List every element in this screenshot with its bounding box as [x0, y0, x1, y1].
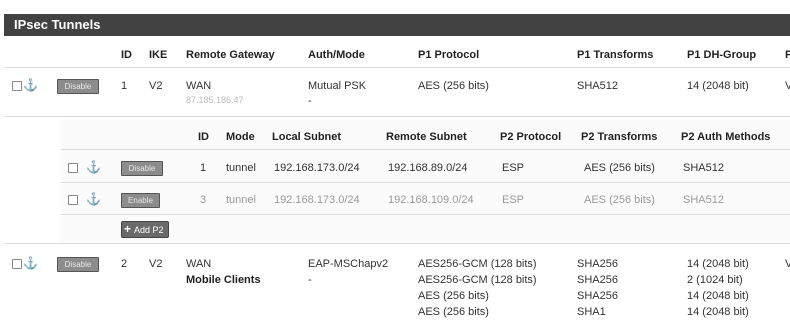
p1-gateway: WAN [186, 258, 212, 270]
p1-cut: V [785, 80, 790, 92]
p2-mode: tunnel [226, 194, 256, 206]
p1-auth: EAP-MSChapv2 [308, 258, 389, 270]
anchor-icon[interactable]: ⚓ [23, 257, 38, 269]
p2-header-p2-transforms: P2 Transforms [581, 131, 658, 143]
p1-protocol: AES256-GCM (128 bits) [418, 258, 537, 270]
divider [61, 214, 790, 215]
p2-transforms: AES (256 bits) [584, 162, 655, 174]
anchor-icon[interactable]: ⚓ [23, 79, 38, 91]
header-cut: P [785, 49, 790, 61]
header-p1-protocol: P1 Protocol [418, 49, 480, 61]
p1-auth-sub: - [308, 95, 312, 107]
p1-gateway: WAN [186, 80, 212, 92]
anchor-icon[interactable]: ⚓ [86, 161, 101, 173]
p1-gateway-sub: Mobile Clients [186, 274, 261, 286]
p1-ike: V2 [149, 258, 163, 270]
add-p2-label: Add P2 [134, 225, 164, 235]
header-auth-mode: Auth/Mode [308, 49, 365, 61]
toggle-button[interactable]: Disable [57, 79, 99, 94]
header-p1-dh-group: P1 DH-Group [687, 49, 757, 61]
p1-protocol: AES (256 bits) [418, 290, 489, 302]
p1-cut: V [785, 258, 790, 270]
p2-header-p2-protocol: P2 Protocol [500, 131, 562, 143]
ipsec-tunnels-panel: IPsec Tunnels ID IKE Remote Gateway Auth… [4, 14, 790, 326]
toggle-button[interactable]: Enable [121, 193, 160, 208]
p1-dh-group: 14 (2048 bit) [687, 258, 749, 270]
p2-row-checkbox[interactable] [68, 195, 78, 205]
p2-local-subnet: 192.168.173.0/24 [274, 162, 360, 174]
toggle-button[interactable]: Disable [57, 257, 99, 272]
p2-auth: SHA512 [683, 162, 724, 174]
add-p2-button[interactable]: + Add P2 [121, 221, 169, 238]
p1-transforms: SHA256 [577, 274, 618, 286]
p1-transforms: SHA256 [577, 258, 618, 270]
p2-protocol: ESP [502, 162, 525, 174]
p1-auth: Mutual PSK [308, 80, 367, 92]
p1-dh-group: 14 (2048 bit) [687, 306, 749, 318]
p2-header-mode: Mode [226, 131, 255, 143]
p1-protocol: AES (256 bits) [418, 306, 489, 318]
p1-id: 2 [121, 258, 128, 270]
p2-local-subnet: 192.168.173.0/24 [274, 194, 360, 206]
p2-header-remote-subnet: Remote Subnet [386, 131, 467, 143]
panel-title: IPsec Tunnels [4, 14, 790, 36]
divider [4, 67, 790, 68]
header-remote-gateway: Remote Gateway [186, 49, 275, 61]
p1-transforms: SHA256 [577, 290, 618, 302]
divider [4, 243, 790, 244]
p1-auth-sub: - [308, 274, 312, 286]
plus-icon: + [124, 222, 132, 236]
p1-protocol: AES256-GCM (128 bits) [418, 274, 537, 286]
divider [4, 116, 790, 117]
p2-remote-subnet: 192.168.109.0/24 [388, 194, 474, 206]
p2-remote-subnet: 192.168.89.0/24 [388, 162, 468, 174]
p1-dh-group: 14 (2048 bit) [687, 290, 749, 302]
p1-ike: V2 [149, 80, 163, 92]
p2-header-local-subnet: Local Subnet [272, 131, 342, 143]
p1-transforms: SHA512 [577, 80, 618, 92]
toggle-button[interactable]: Disable [121, 161, 163, 176]
p2-header-p2-auth: P2 Auth Methods [681, 131, 771, 143]
divider [61, 149, 790, 150]
p2-transforms: AES (256 bits) [584, 194, 655, 206]
p2-protocol: ESP [502, 194, 525, 206]
p2-auth: SHA512 [683, 194, 724, 206]
p2-id: 1 [200, 162, 207, 174]
anchor-icon[interactable]: ⚓ [86, 193, 101, 205]
p2-mode: tunnel [226, 162, 256, 174]
p1-id: 1 [121, 80, 128, 92]
p2-header-id: ID [198, 131, 209, 143]
p1-row-checkbox[interactable] [12, 81, 22, 91]
p2-id: 3 [200, 194, 207, 206]
header-id: ID [121, 49, 132, 61]
p1-dh-group: 2 (1024 bit) [687, 274, 743, 286]
divider [61, 182, 790, 183]
p1-row-checkbox[interactable] [12, 259, 22, 269]
p1-protocol: AES (256 bits) [418, 80, 489, 92]
header-ike: IKE [149, 49, 168, 61]
header-p1-transforms: P1 Transforms [577, 49, 654, 61]
p1-gateway-address: 87.185.186.47 [186, 95, 244, 105]
p1-dh-group: 14 (2048 bit) [687, 80, 749, 92]
p2-row-checkbox[interactable] [68, 163, 78, 173]
p1-transforms: SHA1 [577, 306, 606, 318]
